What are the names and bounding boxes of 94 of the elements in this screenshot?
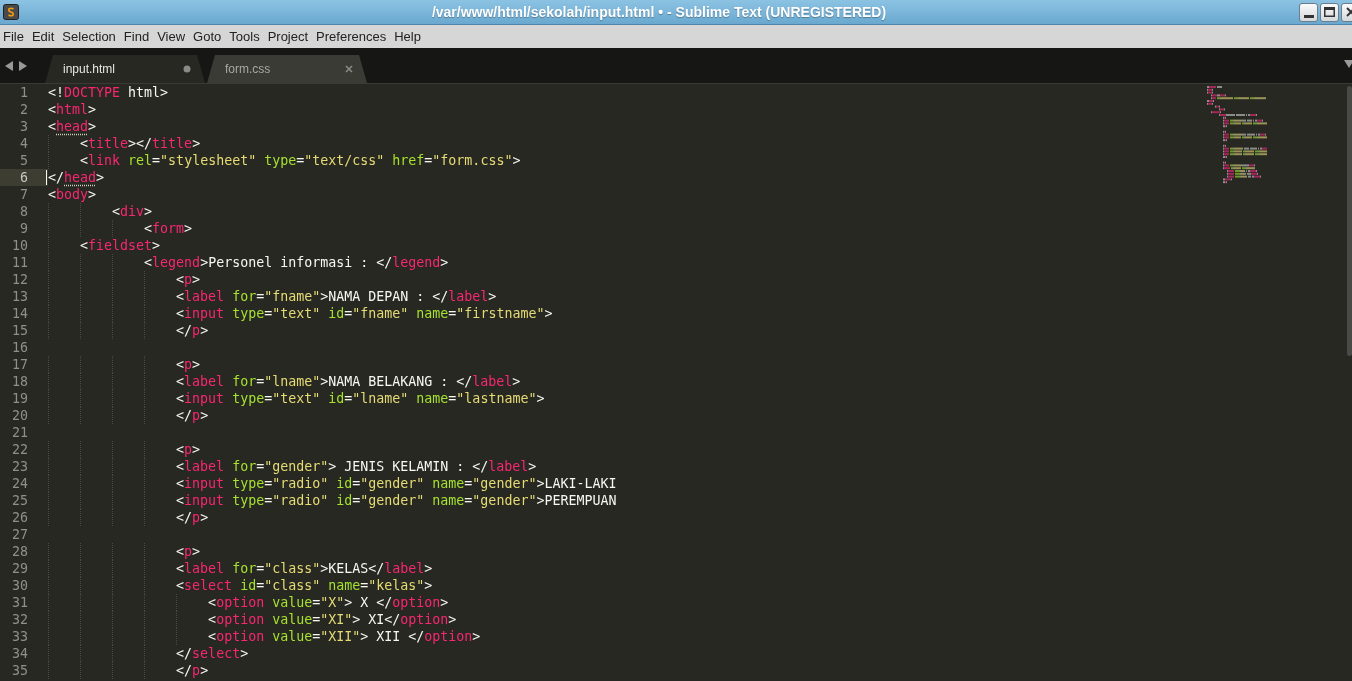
- code-line: <div>: [111, 204, 153, 219]
- code-line: </p>: [175, 408, 209, 423]
- menu-item[interactable]: Preferences: [312, 26, 391, 47]
- code-line: <p>: [175, 442, 201, 457]
- line-number: 32: [12, 611, 28, 628]
- menu-item[interactable]: File: [0, 26, 28, 47]
- code-line: <select id="class" name="kelas">: [175, 578, 433, 593]
- line-number: 18: [12, 373, 28, 390]
- line-number: 33: [12, 628, 28, 645]
- line-number: 9: [20, 220, 28, 237]
- close-icon: [1345, 7, 1352, 17]
- code-line: <!DOCTYPE html>: [48, 85, 169, 100]
- line-number: 34: [12, 645, 28, 662]
- line-number: 5: [20, 152, 28, 169]
- code-line: <head>: [48, 119, 97, 134]
- code-line: <input type="text" id="fname" name="firstname">: [175, 306, 553, 321]
- line-number: 1: [20, 84, 28, 101]
- line-number: 15: [12, 322, 28, 339]
- line-number: 6: [20, 169, 28, 186]
- code-line: </p>: [175, 510, 209, 525]
- next-tab-icon[interactable]: [19, 60, 27, 71]
- line-number: 25: [12, 492, 28, 509]
- line-number: 26: [12, 509, 28, 526]
- line-number: 12: [12, 271, 28, 288]
- maximize-button[interactable]: [1320, 2, 1339, 22]
- code-line: <title></title>: [79, 136, 201, 151]
- line-number: 19: [12, 390, 28, 407]
- line-number: 16: [12, 339, 28, 356]
- line-number: 13: [12, 288, 28, 305]
- line-number: 11: [12, 254, 28, 271]
- code-line: <html>: [48, 102, 97, 117]
- line-number: 24: [12, 475, 28, 492]
- code-line: <legend>Personel informasi : </legend>: [143, 255, 449, 270]
- line-number: 2: [20, 101, 28, 118]
- code-line: <label for="gender"> JENIS KELAMIN : </label>: [175, 459, 537, 474]
- code-line: <p>: [175, 272, 201, 287]
- code-line: <label for="class">KELAS</label>: [175, 561, 433, 576]
- code-line: <input type="radio" id="gender" name="gender">PEREMPUAN: [175, 493, 617, 508]
- code-line: <fieldset>: [79, 238, 161, 253]
- line-number: 10: [12, 237, 28, 254]
- code-line: <p>: [175, 357, 201, 372]
- previous-tab-icon[interactable]: [5, 60, 13, 71]
- line-number: 14: [12, 305, 28, 322]
- menu-item[interactable]: Find: [119, 26, 154, 47]
- menu-item[interactable]: Edit: [27, 26, 59, 47]
- line-number: 27: [12, 526, 28, 543]
- code-line: </select>: [175, 646, 249, 661]
- scrollbar[interactable]: [1347, 86, 1352, 356]
- code-line: <label for="lname">NAMA BELAKANG : </label>: [175, 374, 521, 389]
- code-line: <option value="XI"> XI</option>: [207, 612, 457, 627]
- menu-item[interactable]: Tools: [225, 26, 264, 47]
- minimize-icon: [1303, 14, 1314, 18]
- code-line: <input type="text" id="lname" name="lastname">: [175, 391, 545, 406]
- editor-tab[interactable]: form.css: [207, 55, 367, 83]
- code-line: <body>: [48, 187, 97, 202]
- line-number: 4: [20, 135, 28, 152]
- line-number: 3: [20, 118, 28, 135]
- code-line: <option value="XII"> XII </option>: [207, 629, 481, 644]
- text-cursor: [46, 170, 47, 185]
- line-number: 20: [12, 407, 28, 424]
- line-number: 29: [12, 560, 28, 577]
- menu-item[interactable]: Help: [390, 26, 425, 47]
- line-number: 22: [12, 441, 28, 458]
- menu-item[interactable]: Project: [263, 26, 313, 47]
- menu-item[interactable]: Selection: [58, 26, 120, 47]
- line-number: 23: [12, 458, 28, 475]
- code-line: <input type="radio" id="gender" name="gender">LAKI-LAKI: [175, 476, 617, 491]
- line-number: 21: [12, 424, 28, 441]
- minimize-button[interactable]: [1299, 2, 1318, 22]
- menu-item[interactable]: Goto: [189, 26, 226, 47]
- maximize-icon: [1324, 7, 1335, 17]
- code-line: </p>: [175, 663, 209, 678]
- code-line: <label for="fname">NAMA DEPAN : </label>: [175, 289, 497, 304]
- app-icon: [3, 4, 19, 20]
- editor-tab[interactable]: input.html: [45, 55, 205, 83]
- minimap-drawing[interactable]: [1207, 86, 1267, 186]
- window-title: /var/www/html/sekolah/input.html • - Sublime Text (UNREGISTERED): [431, 2, 887, 22]
- line-number: 30: [12, 577, 28, 594]
- code-line: </p>: [175, 323, 209, 338]
- tab-list-icon[interactable]: [1344, 60, 1352, 68]
- line-number: 28: [12, 543, 28, 560]
- code-line: <link rel="stylesheet" type="text/css" href="form.css">: [79, 153, 521, 168]
- unsaved-dot-icon[interactable]: [183, 65, 191, 73]
- code-line: <p>: [175, 544, 201, 559]
- line-number: 7: [20, 186, 28, 203]
- code-line: <option value="X"> X </option>: [207, 595, 449, 610]
- close-icon[interactable]: [345, 65, 353, 73]
- line-number: 17: [12, 356, 28, 373]
- line-number: 35: [12, 662, 28, 679]
- code-line: </head>: [48, 170, 105, 185]
- menu-item[interactable]: View: [153, 26, 190, 47]
- line-number: 8: [20, 203, 28, 220]
- code-line: <form>: [143, 221, 193, 236]
- line-number: 31: [12, 594, 28, 611]
